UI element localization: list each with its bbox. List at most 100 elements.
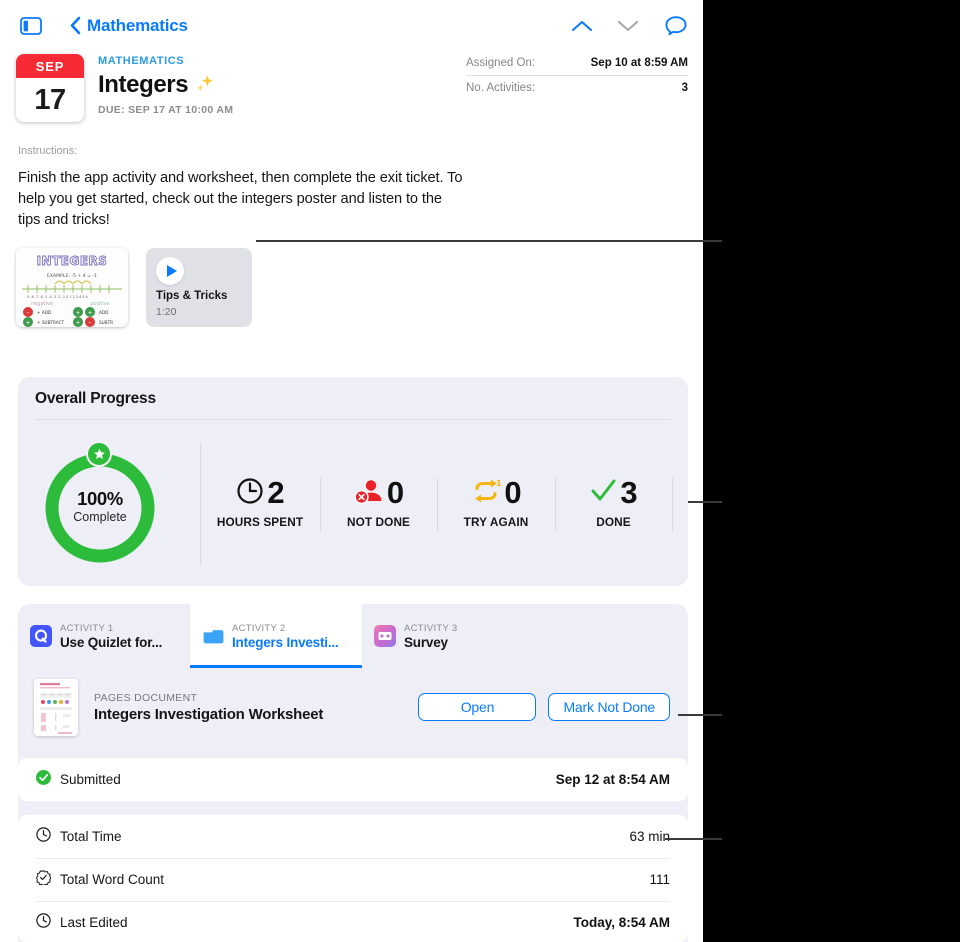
overall-progress-title: Overall Progress	[35, 390, 156, 407]
svg-text:-9 -8 -7 -6 -5 -4 -3 -2 -1 0: -9 -8 -7 -6 -5 -4 -3 -2 -1 0 1 2 3 4 5 6	[26, 295, 88, 299]
callout-line-stats	[665, 838, 722, 840]
open-button[interactable]: Open	[418, 693, 537, 721]
stat-not-done: 0 NOT DONE	[320, 475, 437, 529]
svg-text:negative: negative	[31, 301, 53, 307]
mark-not-done-button[interactable]: Mark Not Done	[548, 693, 670, 721]
document-row: PAGES DOCUMENT Integers Investigation Wo…	[18, 672, 688, 742]
stat-try-again: 1 0 TRY AGAIN	[437, 475, 555, 529]
sidebar-icon[interactable]	[20, 17, 42, 35]
sparkles-icon	[194, 73, 216, 95]
tab-name: Integers Investi...	[232, 634, 339, 650]
stat-value: 2	[267, 475, 284, 510]
stat-label: TRY AGAIN	[463, 515, 529, 529]
submitted-value: Sep 12 at 8:54 AM	[555, 772, 670, 787]
folder-icon	[202, 625, 224, 647]
quizlet-app-icon	[30, 625, 52, 647]
clock-icon	[36, 912, 51, 933]
svg-text:1: 1	[496, 479, 501, 488]
chevron-left-icon[interactable]	[70, 16, 81, 35]
stat-value: 0	[386, 475, 404, 510]
svg-text:–: –	[89, 320, 92, 327]
stat-label: NOT DONE	[346, 515, 411, 529]
svg-text:+ SUBTRACT: + SUBTRACT	[37, 320, 64, 325]
callout-line-actions	[678, 714, 722, 716]
calendar-month: SEP	[16, 54, 84, 78]
divider	[35, 419, 671, 420]
meta-row: Assigned On: Sep 10 at 8:59 AM	[466, 50, 688, 75]
stat-hours-spent: 2 HOURS SPENT	[200, 475, 320, 529]
activity-tabs: ACTIVITY 1 Use Quizlet for... ACTIVITY 2…	[18, 604, 688, 668]
meta-key: No. Activities:	[466, 82, 536, 94]
calendar-date-badge: SEP 17	[16, 54, 84, 122]
calendar-day: 17	[34, 83, 66, 116]
svg-text:+ ADD: + ADD	[37, 310, 51, 315]
chevron-up-icon[interactable]	[570, 18, 594, 34]
stat-row-value: Today, 8:54 AM	[573, 915, 670, 930]
page-title: Integers	[98, 70, 216, 99]
clock-icon	[36, 826, 51, 847]
stat-row-label: Total Word Count	[60, 872, 165, 887]
svg-text:EXAMPLE: -5 + 4 = -1: EXAMPLE: -5 + 4 = -1	[47, 273, 97, 279]
stat-row-last-edited: Last Edited Today, 8:54 AM	[18, 901, 688, 942]
document-title: Integers Investigation Worksheet	[94, 705, 324, 723]
survey-app-icon	[374, 625, 396, 647]
video-title: Tips & Tricks	[156, 290, 228, 302]
loop-arrows-icon: 1	[471, 477, 502, 510]
tab-kicker: ACTIVITY 1	[60, 622, 114, 634]
seal-check-icon	[36, 869, 52, 890]
play-icon[interactable]	[156, 257, 184, 285]
submitted-row: Submitted Sep 12 at 8:54 AM	[18, 758, 688, 801]
pages-document-thumbnail[interactable]	[34, 678, 78, 736]
navigation-bar: Mathematics	[0, 0, 703, 52]
tab-activity-2[interactable]: ACTIVITY 2 Integers Investi...	[190, 604, 362, 668]
meta-value: 3	[681, 82, 688, 94]
svg-text:ADD: ADD	[99, 310, 108, 315]
screenshot-root: Mathematics SEP 17 MATHEMATICS Integers …	[0, 0, 960, 942]
svg-text:+: +	[87, 310, 92, 317]
clock-icon	[236, 477, 264, 510]
stat-value: 3	[620, 475, 637, 510]
meta-row: No. Activities: 3	[466, 75, 688, 100]
tab-activity-1[interactable]: ACTIVITY 1 Use Quizlet for...	[18, 604, 190, 668]
instructions-body: Finish the app activity and worksheet, t…	[18, 170, 463, 228]
stat-row-word-count: Total Word Count 111	[18, 858, 688, 901]
tab-name: Survey	[404, 634, 448, 650]
comment-bubble-icon[interactable]	[664, 15, 688, 37]
stat-row-label: Total Time	[60, 829, 122, 844]
person-x-icon	[354, 477, 384, 510]
tab-kicker: ACTIVITY 3	[404, 622, 458, 634]
assignment-meta: Assigned On: Sep 10 at 8:59 AM No. Activ…	[466, 50, 688, 100]
svg-text:+: +	[75, 320, 80, 327]
stat-row-label: Last Edited	[60, 915, 128, 930]
star-badge-icon	[86, 441, 112, 467]
instructions-label: Instructions:	[18, 145, 78, 157]
callout-line-attachments	[256, 240, 722, 242]
video-duration: 1:20	[156, 306, 177, 318]
svg-text:–: –	[27, 310, 30, 317]
stat-row-value: 63 min	[629, 829, 670, 844]
app-panel: Mathematics SEP 17 MATHEMATICS Integers …	[0, 0, 703, 942]
document-stats-card: Total Time 63 min Total Word Count 111 L…	[18, 815, 688, 942]
check-circle-icon	[36, 769, 51, 790]
tab-kicker: ACTIVITY 2	[232, 622, 286, 634]
attachments-list: INTEGERS EXAMPLE: -5 + 4 = -1 -9 -8 -7 -…	[16, 248, 252, 327]
svg-text:SUBTR: SUBTR	[99, 320, 113, 325]
stat-label: DONE	[596, 515, 631, 529]
svg-text:+: +	[25, 320, 30, 327]
stat-row-total-time: Total Time 63 min	[18, 815, 688, 858]
stat-row-value: 111	[649, 872, 670, 887]
image-thumbnail-icon: INTEGERS EXAMPLE: -5 + 4 = -1 -9 -8 -7 -…	[16, 248, 128, 327]
assignment-title-text: Integers	[98, 71, 189, 98]
svg-text:+: +	[75, 310, 80, 317]
tab-activity-3[interactable]: ACTIVITY 3 Survey	[362, 604, 534, 668]
document-actions: Open Mark Not Done	[418, 693, 670, 721]
svg-text:positive: positive	[90, 301, 110, 307]
video-attachment[interactable]: Tips & Tricks 1:20	[146, 248, 252, 327]
chevron-down-icon[interactable]	[616, 18, 640, 34]
meta-key: Assigned On:	[466, 56, 536, 69]
divider	[672, 478, 673, 531]
poster-attachment[interactable]: INTEGERS EXAMPLE: -5 + 4 = -1 -9 -8 -7 -…	[16, 248, 128, 327]
back-label[interactable]: Mathematics	[87, 16, 188, 36]
callout-line-progress	[688, 501, 722, 503]
document-kicker: PAGES DOCUMENT	[94, 691, 198, 704]
